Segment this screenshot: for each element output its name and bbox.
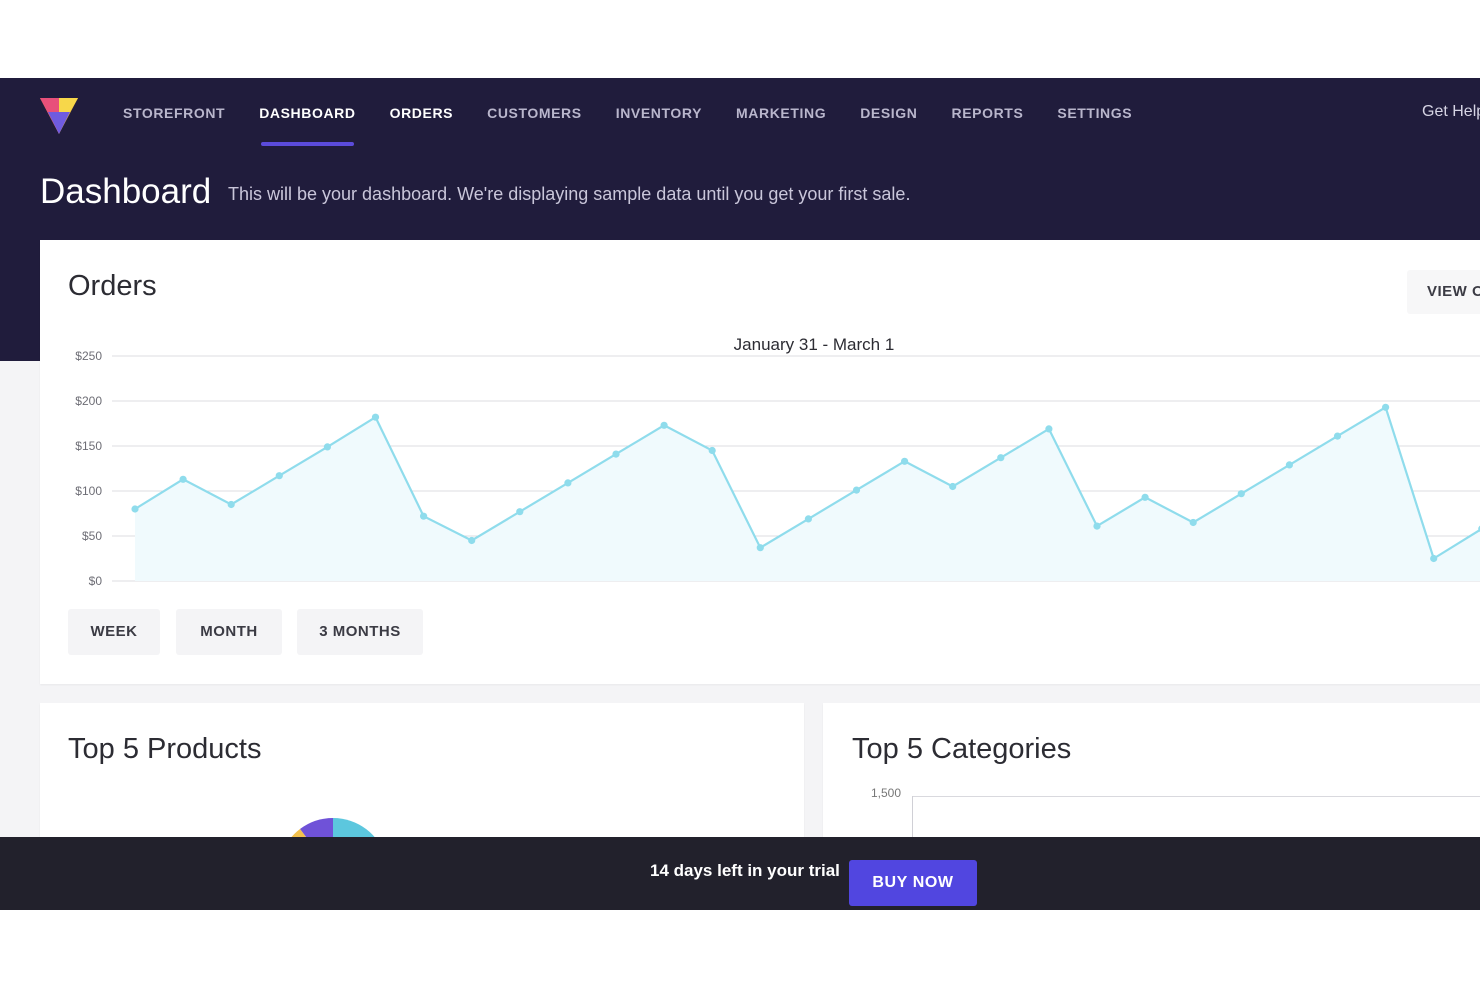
chart-point[interactable] — [612, 450, 620, 458]
chart-point[interactable] — [179, 475, 187, 483]
nav-item-orders[interactable]: ORDERS — [373, 100, 471, 126]
chart-point[interactable] — [1382, 403, 1390, 411]
chart-point[interactable] — [1045, 425, 1053, 433]
trial-days-left: 14 days left in your trial — [650, 861, 840, 880]
chart-point[interactable] — [804, 515, 813, 523]
nav-item-inventory[interactable]: INVENTORY — [599, 100, 719, 126]
orders-card: Orders VIEW ORDERS $0 $50 $100 $150 $200 $250… — [40, 240, 1480, 684]
chart-point[interactable] — [1285, 461, 1293, 469]
chart-point[interactable] — [997, 454, 1005, 462]
brand-logo-icon[interactable] — [38, 94, 80, 136]
view-orders-button[interactable]: VIEW ORDERS — [1407, 270, 1480, 314]
nav-item-reports[interactable]: REPORTS — [935, 100, 1041, 126]
chart-point[interactable] — [1333, 432, 1342, 440]
chart-point[interactable] — [275, 472, 283, 480]
orders-title: Orders — [68, 270, 157, 302]
y-tick-label: $150 — [75, 439, 102, 453]
chart-point[interactable] — [1237, 490, 1245, 498]
chart-point[interactable] — [131, 505, 139, 513]
get-help-link[interactable]: Get Help — [1422, 103, 1480, 121]
chart-title: January 31 - March 1 — [734, 335, 895, 354]
range-month-button[interactable]: MONTH — [176, 609, 282, 655]
chart-point[interactable] — [949, 482, 957, 491]
chart-point[interactable] — [1141, 493, 1149, 501]
nav-item-customers[interactable]: CUSTOMERS — [470, 100, 599, 126]
buy-now-button[interactable]: BUY NOW — [849, 860, 977, 906]
y-tick-label: $100 — [75, 484, 102, 498]
chart-point[interactable] — [564, 479, 572, 487]
nav-item-marketing[interactable]: MARKETING — [719, 100, 843, 126]
chart-point[interactable] — [371, 413, 380, 421]
y-tick-label: $200 — [75, 394, 102, 408]
chart-point[interactable] — [323, 443, 331, 451]
app-window: STOREFRONT DASHBOARD ORDERS CUSTOMERS IN… — [0, 78, 1480, 910]
chart-point[interactable] — [660, 421, 668, 429]
nav-item-dashboard[interactable]: DASHBOARD — [242, 100, 372, 146]
nav-item-design[interactable]: DESIGN — [843, 100, 934, 126]
top-products-title: Top 5 Products — [68, 733, 262, 765]
y-tick-label: $250 — [75, 349, 102, 363]
chart-point[interactable] — [468, 536, 476, 545]
categories-y-tick: 1,500 — [871, 786, 902, 800]
y-tick-label: $50 — [82, 529, 102, 543]
chart-point[interactable] — [1093, 522, 1101, 530]
chart-point[interactable] — [227, 500, 235, 509]
page-title: Dashboard — [40, 172, 212, 211]
top-categories-title: Top 5 Categories — [852, 733, 1072, 765]
range-week-button[interactable]: WEEK — [68, 609, 160, 655]
categories-gridline — [913, 796, 1480, 797]
page-subtitle: This will be your dashboard. We're displ… — [228, 184, 911, 204]
chart-point[interactable] — [901, 457, 909, 465]
chart-point[interactable] — [420, 512, 428, 520]
nav-item-settings[interactable]: SETTINGS — [1040, 100, 1149, 126]
chart-point[interactable] — [708, 446, 716, 455]
main-nav: STOREFRONT DASHBOARD ORDERS CUSTOMERS IN… — [106, 100, 1149, 146]
range-3-months-button[interactable]: 3 MONTHS — [297, 609, 423, 655]
y-tick-label: $0 — [89, 574, 103, 588]
chart-point[interactable] — [1430, 554, 1438, 563]
nav-item-storefront[interactable]: STOREFRONT — [106, 100, 242, 126]
chart-point[interactable] — [852, 486, 861, 494]
orders-chart: $0 $50 $100 $150 $200 $250 January 31 - March… — [75, 335, 1480, 588]
chart-point[interactable] — [516, 508, 524, 516]
chart-point[interactable] — [756, 544, 764, 552]
trial-banner: 14 days left in your trial BUY NOW — [0, 837, 1480, 910]
chart-point[interactable] — [1189, 518, 1197, 527]
chart-area-fill — [135, 407, 1480, 581]
